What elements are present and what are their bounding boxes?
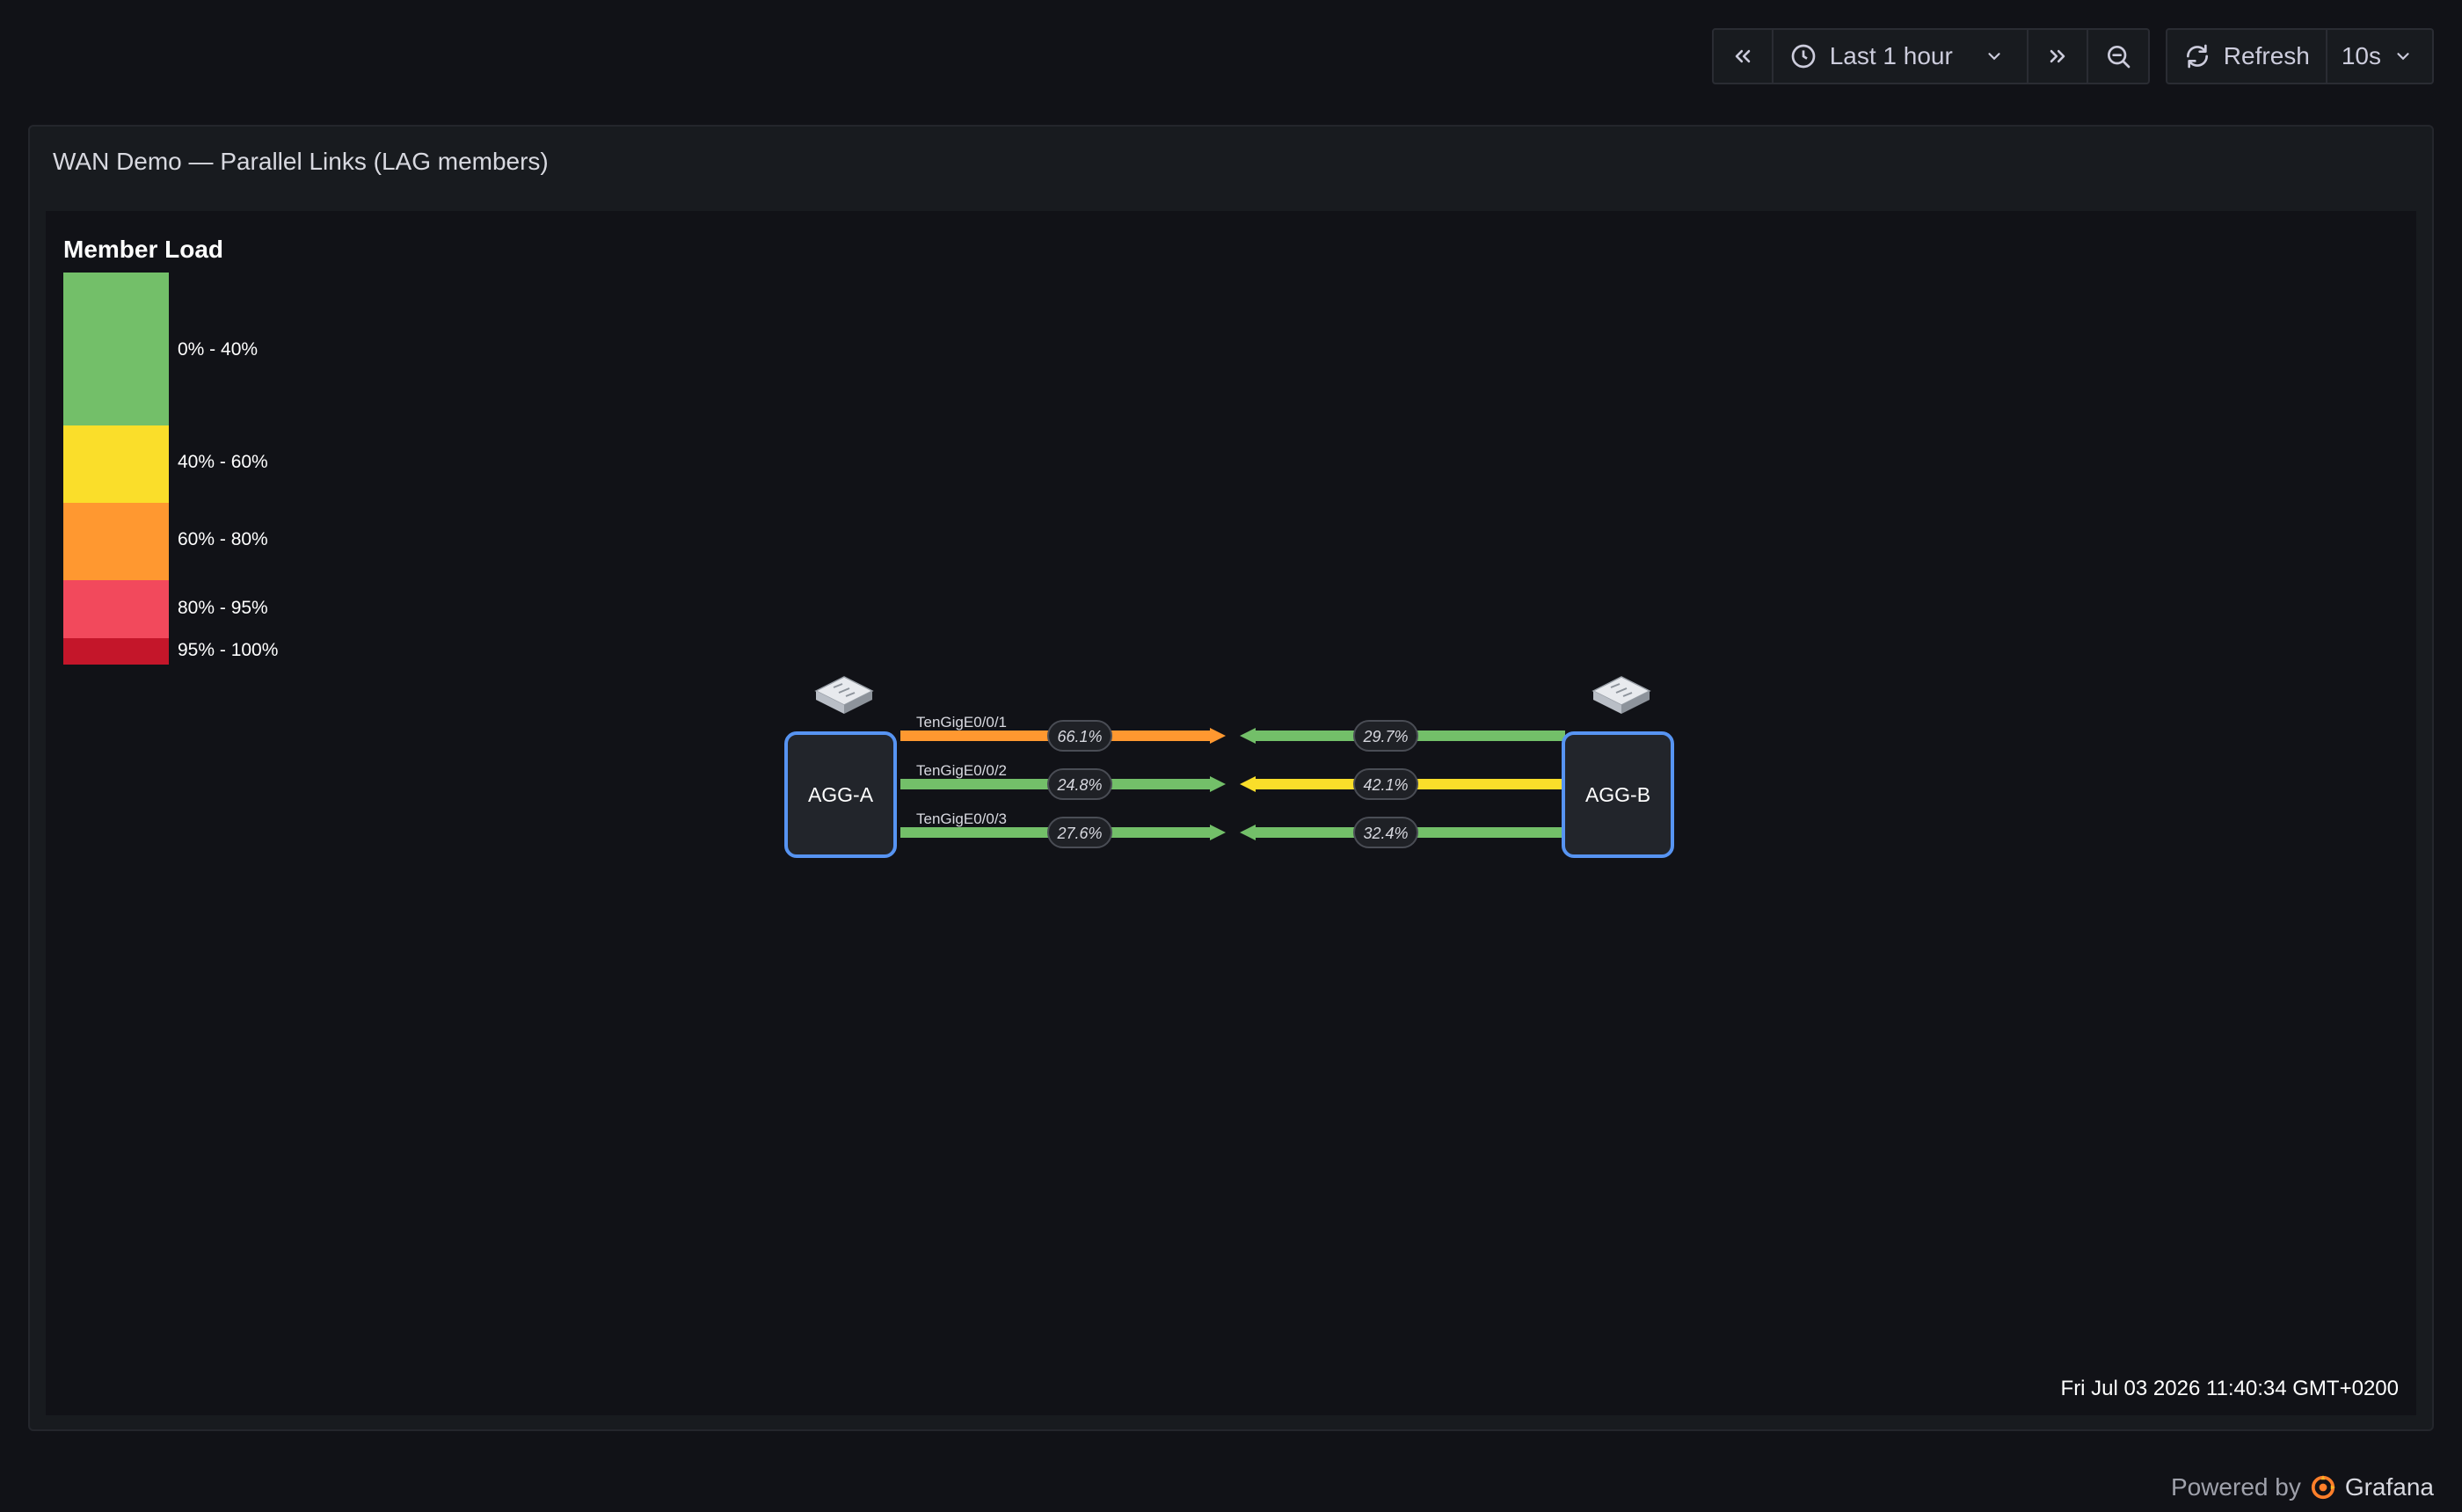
refresh-interval-label: 10s xyxy=(2341,42,2381,69)
chevrons-left-icon xyxy=(1735,49,1750,63)
grafana-logo-icon xyxy=(2311,1475,2335,1500)
time-range-picker[interactable]: Last 1 hour xyxy=(1774,30,2029,83)
panel-canvas: Member Load 0% - 40% 40% - 60% 60% - 80% 80… xyxy=(46,211,2416,1415)
link-load-label: 66.1% xyxy=(1057,728,1102,745)
link-load-label: 24.8% xyxy=(1056,776,1102,794)
link-arrow-a-to-b xyxy=(1210,728,1226,744)
node-agg-a[interactable]: AGG-A xyxy=(784,731,897,858)
link-arrow-b-to-a xyxy=(1240,825,1256,840)
panel-title[interactable]: WAN Demo — Parallel Links (LAG members) xyxy=(53,148,549,176)
link-name: TenGigE0/0/2 xyxy=(916,762,1008,779)
link-load-label: 42.1% xyxy=(1363,776,1408,794)
link-arrow-a-to-b xyxy=(1210,776,1226,792)
powered-by[interactable]: Powered by Grafana xyxy=(2171,1473,2434,1501)
link-name: TenGigE0/0/1 xyxy=(916,714,1008,731)
time-range-label: Last 1 hour xyxy=(1829,42,1953,69)
refresh-label: Refresh xyxy=(2223,42,2310,69)
refresh-group: Refresh 10s xyxy=(2165,28,2434,84)
panel-timestamp: Fri Jul 03 2026 11:40:34 GMT+0200 xyxy=(2060,1377,2399,1400)
refresh-interval-picker[interactable]: 10s xyxy=(2327,30,2432,83)
grafana-brand: Grafana xyxy=(2344,1473,2434,1501)
switch-icon xyxy=(814,676,874,714)
link-arrow-b-to-a xyxy=(1240,776,1256,792)
time-shift-forward-button[interactable] xyxy=(2029,30,2088,83)
link-arrow-a-to-b xyxy=(1210,825,1226,840)
time-range-group: Last 1 hour xyxy=(1711,28,2150,84)
chevron-down-icon xyxy=(2397,53,2409,61)
refresh-icon xyxy=(2186,44,2208,69)
link-load-label: 32.4% xyxy=(1363,825,1408,842)
link-load-label: 29.7% xyxy=(1362,728,1408,745)
link-diagram: 66.1% 29.7% 24.8% 42.1% 27.6% 32.4% xyxy=(900,720,1565,848)
zoom-out-button[interactable] xyxy=(2088,30,2148,83)
clock-icon xyxy=(1791,44,1816,69)
powered-by-label: Powered by xyxy=(2170,1473,2301,1501)
zoom-out-icon xyxy=(2107,46,2131,69)
switch-icon xyxy=(1592,676,1651,714)
time-shift-back-button[interactable] xyxy=(1714,30,1774,83)
link-load-label: 27.6% xyxy=(1056,825,1102,842)
refresh-button[interactable]: Refresh xyxy=(2167,30,2327,83)
link-arrow-b-to-a xyxy=(1240,728,1256,744)
node-agg-b[interactable]: AGG-B xyxy=(1562,731,1674,858)
link-name: TenGigE0/0/3 xyxy=(916,811,1008,827)
network-panel: WAN Demo — Parallel Links (LAG members) … xyxy=(28,125,2434,1431)
chevrons-right-icon xyxy=(2050,49,2065,63)
time-toolbar: Last 1 hour Refresh 10s xyxy=(1711,28,2434,84)
chevron-down-icon xyxy=(1988,53,2000,61)
